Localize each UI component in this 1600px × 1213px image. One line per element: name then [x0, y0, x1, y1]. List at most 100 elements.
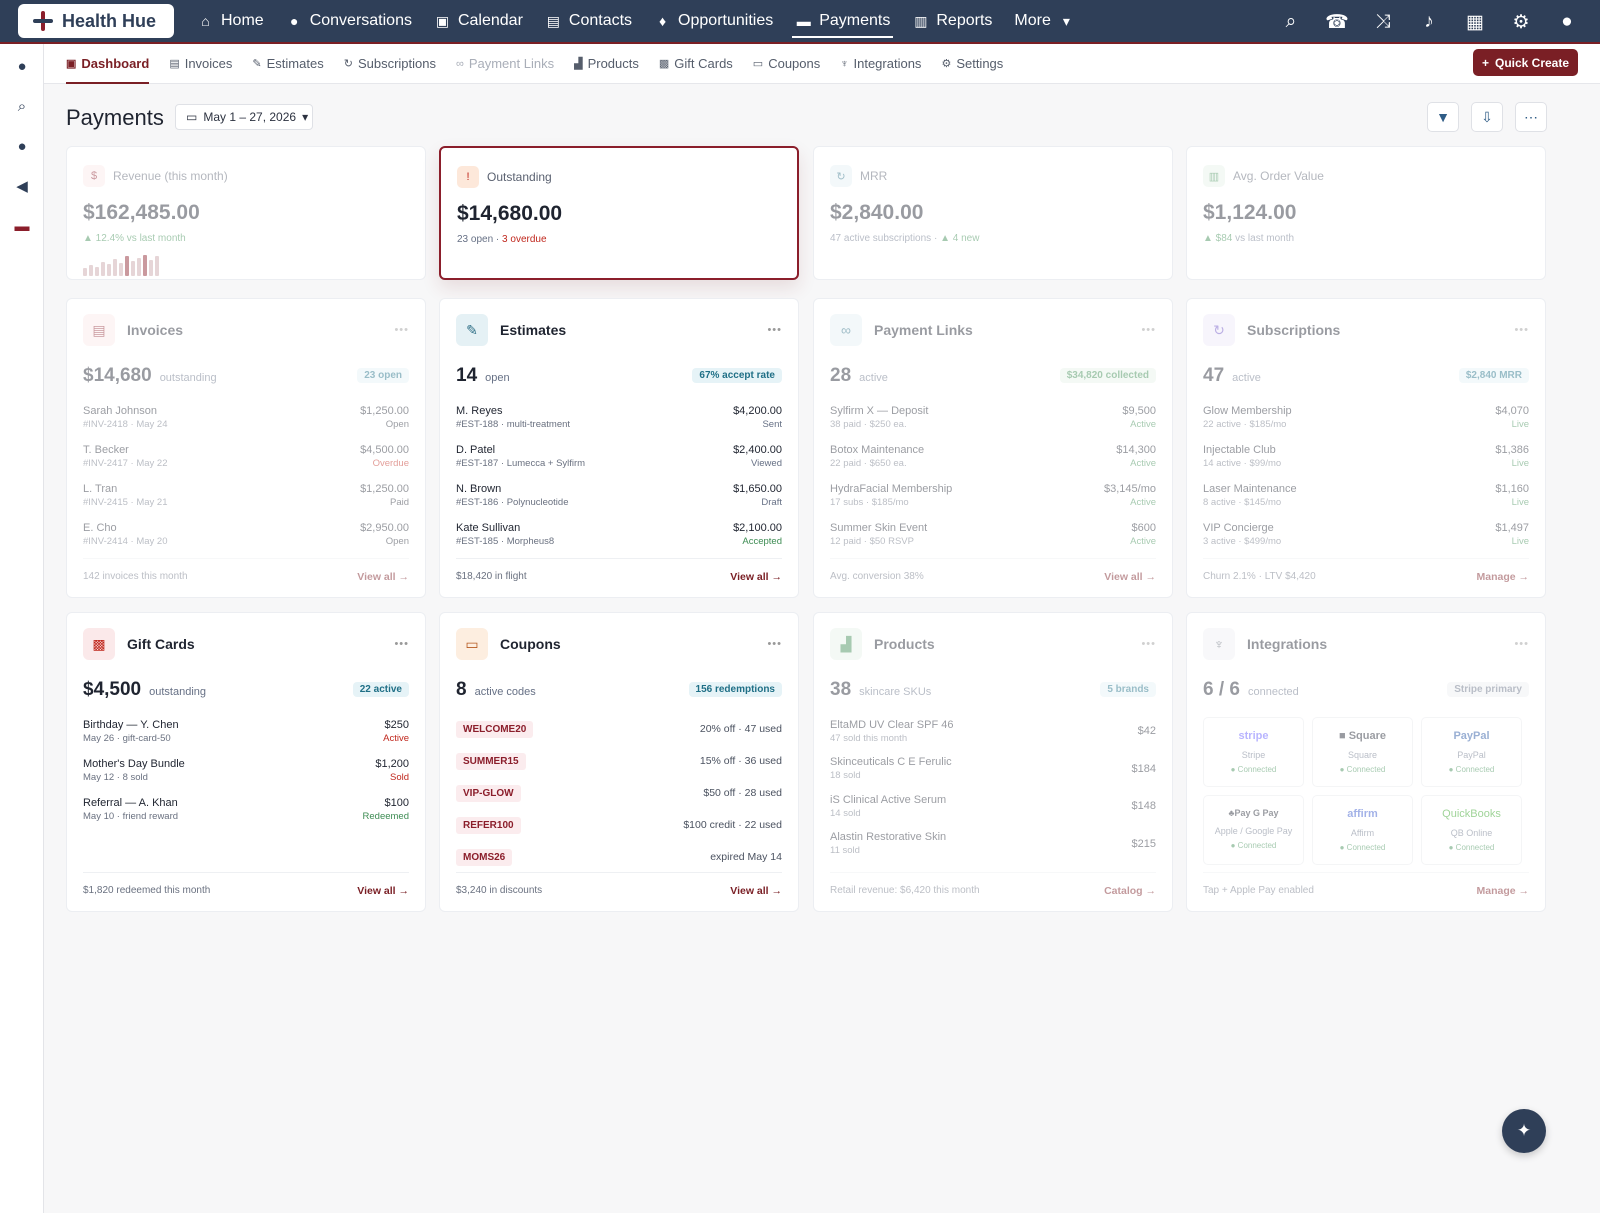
view-all-link[interactable]: View all → [730, 885, 782, 897]
bell-icon[interactable]: ♪ [1406, 0, 1452, 44]
view-all-link[interactable]: View all → [1104, 571, 1156, 583]
view-all-link[interactable]: View all → [730, 571, 782, 583]
list-item[interactable]: N. Brown #EST-186 · Polynucleotide $1,650.… [456, 483, 782, 522]
product-row[interactable]: iS Clinical Active Serum 14 sold $148 [830, 788, 1156, 826]
list-item[interactable]: T. Becker #INV-2417 · May 22 $4,500.00 Over… [83, 444, 409, 483]
nav-reports[interactable]: ▥ Reports [901, 0, 1003, 43]
list-item[interactable]: Injectable Club 14 active · $99/mo $1,386 L… [1203, 444, 1529, 483]
coupon-row[interactable]: WELCOME20 20% off · 47 used [456, 713, 782, 745]
list-item[interactable]: Kate Sullivan #EST-185 · Morpheus8 $2,100.… [456, 522, 782, 561]
view-all-link[interactable]: View all → [357, 571, 409, 583]
payment-card-icon[interactable]: ▬ [0, 206, 44, 246]
list-item[interactable]: Botox Maintenance 22 paid · $650 ea. $14,3… [830, 444, 1156, 483]
tab-coupons[interactable]: ▭ Coupons [753, 44, 820, 84]
coupon-row[interactable]: VIP-GLOW $50 off · 28 used [456, 777, 782, 809]
list-item[interactable]: Referral — A. Khan May 10 · friend reward… [83, 797, 409, 836]
tab-gift-cards[interactable]: ▩ Gift Cards [659, 44, 733, 84]
list-item[interactable]: L. Tran #INV-2415 · May 21 $1,250.00 Paid [83, 483, 409, 522]
panel-menu-icon[interactable]: ••• [1514, 324, 1529, 336]
tab-invoices[interactable]: ▤ Invoices [169, 44, 232, 84]
magic-wand-fab[interactable]: ✦ [1502, 1109, 1546, 1153]
megaphone-icon[interactable]: ◀ [0, 166, 44, 206]
integration-affirm[interactable]: affirm Affirm ● Connected [1312, 795, 1413, 865]
alert-icon: ! [457, 166, 479, 188]
kpi-revenue-card[interactable]: $ Revenue (this month) $162,485.00 ▲ 12.4… [66, 146, 426, 280]
list-item[interactable]: Glow Membership 22 active · $185/mo $4,070… [1203, 405, 1529, 444]
nav-opportunities[interactable]: ♦ Opportunities [643, 0, 784, 43]
phone-icon[interactable]: ☎ [1314, 0, 1360, 44]
nav-conversations[interactable]: ● Conversations [275, 0, 423, 43]
product-row[interactable]: Alastin Restorative Skin 11 sold $215 [830, 826, 1156, 864]
tab-subscriptions[interactable]: ↻ Subscriptions [344, 44, 436, 84]
list-item[interactable]: E. Cho #INV-2414 · May 20 $2,950.00 Open [83, 522, 409, 561]
download-button[interactable]: ⇩ [1471, 102, 1503, 132]
integration-paypal[interactable]: PayPal PayPal ● Connected [1421, 717, 1522, 787]
chat-bubble-icon[interactable]: ● [0, 46, 44, 86]
panel-menu-icon[interactable]: ••• [1141, 324, 1156, 336]
calendar-icon: ▭ [186, 110, 198, 124]
tab-products[interactable]: ▟ Products [574, 44, 639, 84]
nav-home[interactable]: ⌂ Home [186, 0, 275, 43]
nav-contacts[interactable]: ▤ Contacts [534, 0, 643, 43]
coupon-row[interactable]: MOMS26 expired May 14 [456, 841, 782, 873]
panel-menu-icon[interactable]: ••• [767, 638, 782, 650]
product-row[interactable]: EltaMD UV Clear SPF 46 47 sold this month… [830, 713, 1156, 751]
list-item[interactable]: HydraFacial Membership 17 subs · $185/mo $… [830, 483, 1156, 522]
nav-payments[interactable]: ▬ Payments [784, 0, 901, 43]
filter-button[interactable]: ▼ [1427, 102, 1459, 132]
integration-quickbooks[interactable]: QuickBooks QB Online ● Connected [1421, 795, 1522, 865]
manage-link[interactable]: Manage → [1476, 885, 1529, 897]
quick-create-button[interactable]: + Quick Create [1473, 49, 1578, 76]
dashboard-icon: ▣ [66, 58, 77, 70]
more-options-button[interactable]: ⋯ [1515, 102, 1547, 132]
coupon-row[interactable]: REFER100 $100 credit · 22 used [456, 809, 782, 841]
calendar-icon: ▣ [435, 12, 450, 29]
brand-logo[interactable]: Health Hue [18, 4, 174, 38]
panel-menu-icon[interactable]: ••• [1141, 638, 1156, 650]
plug-icon: ♆ [840, 57, 849, 70]
kpi-aov-card[interactable]: ▥ Avg. Order Value $1,124.00 ▲ $84 vs las… [1186, 146, 1546, 280]
list-item[interactable]: Sylfirm X — Deposit 38 paid · $250 ea. $9,… [830, 405, 1156, 444]
calendar-icon[interactable]: ▦ [1452, 0, 1498, 44]
integration-stripe[interactable]: stripe Stripe ● Connected [1203, 717, 1304, 787]
tab-dashboard[interactable]: ▣ Dashboard [66, 44, 150, 84]
shuffle-icon[interactable]: ⤨ [1360, 0, 1406, 44]
tab-settings[interactable]: ⚙ Settings [941, 44, 1003, 84]
tab-payment-links[interactable]: ∞ Payment Links [456, 44, 554, 84]
integration-apple-google-pay[interactable]: ♣Pay G Pay Apple / Google Pay ● Connected [1203, 795, 1304, 865]
list-item[interactable]: Summer Skin Event 12 paid · $50 RSVP $600 A… [830, 522, 1156, 561]
nav-more[interactable]: More ▾ [1003, 0, 1085, 43]
person-icon[interactable]: ● [0, 126, 44, 166]
list-item[interactable]: M. Reyes #EST-188 · multi-treatment $4,200… [456, 405, 782, 444]
panel-menu-icon[interactable]: ••• [1514, 638, 1529, 650]
tab-estimates[interactable]: ✎ Estimates [252, 44, 323, 84]
list-item[interactable]: Mother's Day Bundle May 12 · 8 sold $1,200… [83, 758, 409, 797]
search-icon[interactable]: ⌕ [0, 86, 44, 126]
list-item[interactable]: D. Patel #EST-187 · Lumecca + Sylfirm $2,4… [456, 444, 782, 483]
plug-icon: ♆ [1203, 628, 1235, 660]
estimate-icon: ✎ [252, 58, 262, 70]
gear-icon[interactable]: ⚙ [1498, 0, 1544, 44]
nav-calendar[interactable]: ▣ Calendar [423, 0, 534, 43]
refresh-icon: ↻ [343, 58, 353, 70]
search-icon[interactable]: ⌕ [1268, 0, 1314, 44]
list-item[interactable]: Birthday — Y. Chen May 26 · gift-card-50 $… [83, 719, 409, 758]
kpi-mrr-card[interactable]: ↻ MRR $2,840.00 47 active subscriptions ·… [813, 146, 1173, 280]
catalog-link[interactable]: Catalog → [1104, 885, 1156, 897]
user-icon[interactable]: ● [1544, 0, 1590, 44]
credit-card-icon: ▬ [796, 13, 811, 29]
integration-square[interactable]: ■ Square Square ● Connected [1312, 717, 1413, 787]
coupon-row[interactable]: SUMMER15 15% off · 36 used [456, 745, 782, 777]
manage-link[interactable]: Manage → [1476, 571, 1529, 583]
list-item[interactable]: VIP Concierge 3 active · $499/mo $1,497 Liv… [1203, 522, 1529, 561]
tab-integrations[interactable]: ♆ Integrations [840, 44, 921, 84]
list-item[interactable]: Sarah Johnson #INV-2418 · May 24 $1,250.00… [83, 405, 409, 444]
panel-menu-icon[interactable]: ••• [767, 324, 782, 336]
kpi-outstanding-card[interactable]: ! Outstanding $14,680.00 23 open · 3 over… [439, 146, 799, 280]
list-item[interactable]: Laser Maintenance 8 active · $145/mo $1,16… [1203, 483, 1529, 522]
panel-menu-icon[interactable]: ••• [394, 638, 409, 650]
product-row[interactable]: Skinceuticals C E Ferulic 18 sold $184 [830, 751, 1156, 789]
view-all-link[interactable]: View all → [357, 885, 409, 897]
date-range-picker[interactable]: ▭ May 1 – 27, 2026 ▾ [175, 104, 313, 130]
panel-menu-icon[interactable]: ••• [394, 324, 409, 336]
